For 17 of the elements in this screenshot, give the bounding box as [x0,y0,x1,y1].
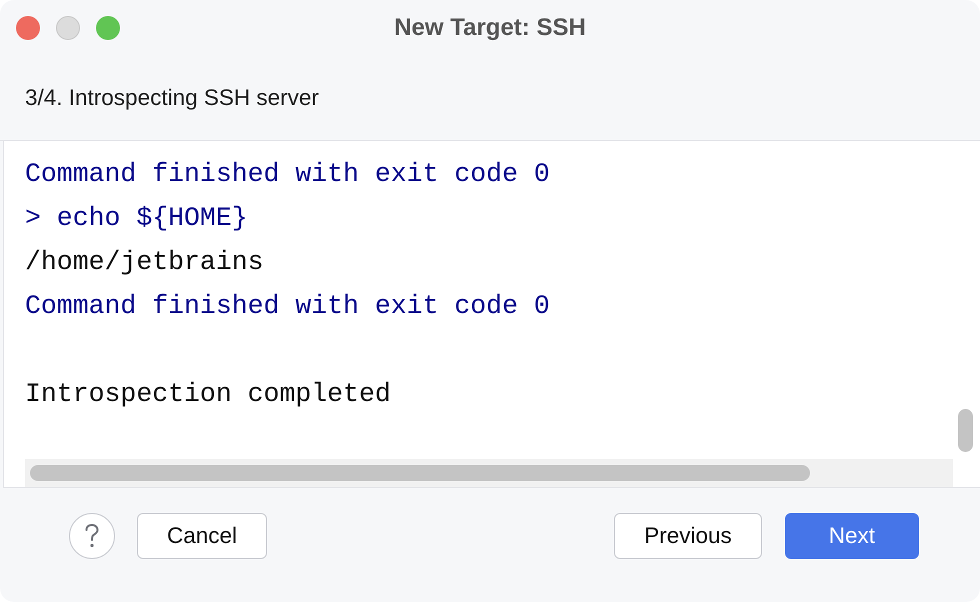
scrollbar-thumb[interactable] [30,465,810,481]
close-button[interactable] [16,16,40,40]
horizontal-scrollbar[interactable] [25,459,953,487]
output-line: Introspection completed [25,378,391,411]
exit-status-line: Command finished with exit code 0 [25,158,550,191]
dialog-button[interactable]: Cancel [137,513,268,559]
help-button[interactable] [69,513,115,559]
question-mark-icon [85,524,99,548]
vertical-scrollbar-thumb[interactable] [958,409,973,452]
zoom-button[interactable] [96,16,120,40]
exit-status-line: Command finished with exit code 0 [25,290,550,323]
dialog-button[interactable]: Previous [614,513,762,559]
output-line: /home/jetbrains [25,246,264,279]
next-button[interactable]: Next [784,513,919,559]
window-title: New Target: SSH [394,14,586,42]
command-line: > echo ${HOME} [25,202,248,235]
step-title: 3/4. Introspecting SSH server [25,85,319,111]
